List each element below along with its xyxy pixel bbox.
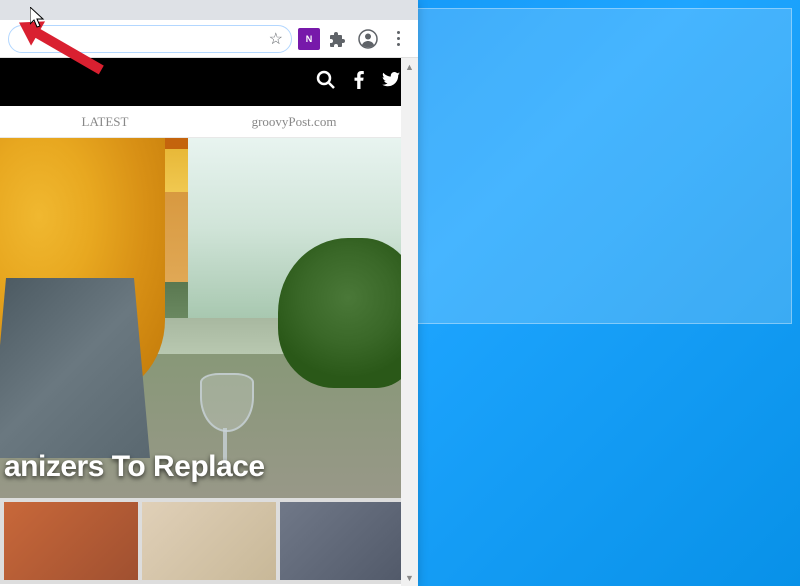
site-header [0, 58, 418, 106]
thumbnail[interactable] [280, 502, 414, 580]
twitter-icon[interactable] [382, 72, 400, 92]
site-nav: LATEST groovyPost.com [0, 106, 418, 138]
cursor-icon [30, 7, 46, 29]
hero-image: anizers To Replace [0, 138, 418, 498]
scroll-up-icon[interactable]: ▲ [401, 58, 418, 75]
tab-bar[interactable] [0, 0, 418, 20]
browser-window: ☆ N LATEST groovyPost.com [0, 0, 418, 586]
search-icon[interactable] [316, 70, 336, 95]
bookmark-star-icon[interactable]: ☆ [269, 29, 283, 49]
thumbnail[interactable] [142, 502, 276, 580]
facebook-icon[interactable] [354, 71, 364, 94]
hero-apron [0, 278, 150, 458]
scroll-down-icon[interactable]: ▼ [401, 569, 418, 586]
profile-icon[interactable] [356, 27, 380, 51]
thumbnail-strip [0, 498, 418, 584]
page-content: LATEST groovyPost.com anizers To Replace [0, 58, 418, 586]
hero-plants [278, 238, 418, 388]
onenote-extension-icon[interactable]: N [298, 28, 320, 50]
vertical-scrollbar[interactable]: ▲ ▼ [401, 58, 418, 586]
menu-icon[interactable] [386, 27, 410, 51]
extensions-icon[interactable] [326, 27, 350, 51]
nav-latest[interactable]: LATEST [82, 114, 129, 130]
snap-preview-region [414, 8, 792, 324]
thumbnail[interactable] [4, 502, 138, 580]
nav-brand[interactable]: groovyPost.com [252, 114, 337, 130]
article-headline[interactable]: anizers To Replace [0, 450, 418, 484]
